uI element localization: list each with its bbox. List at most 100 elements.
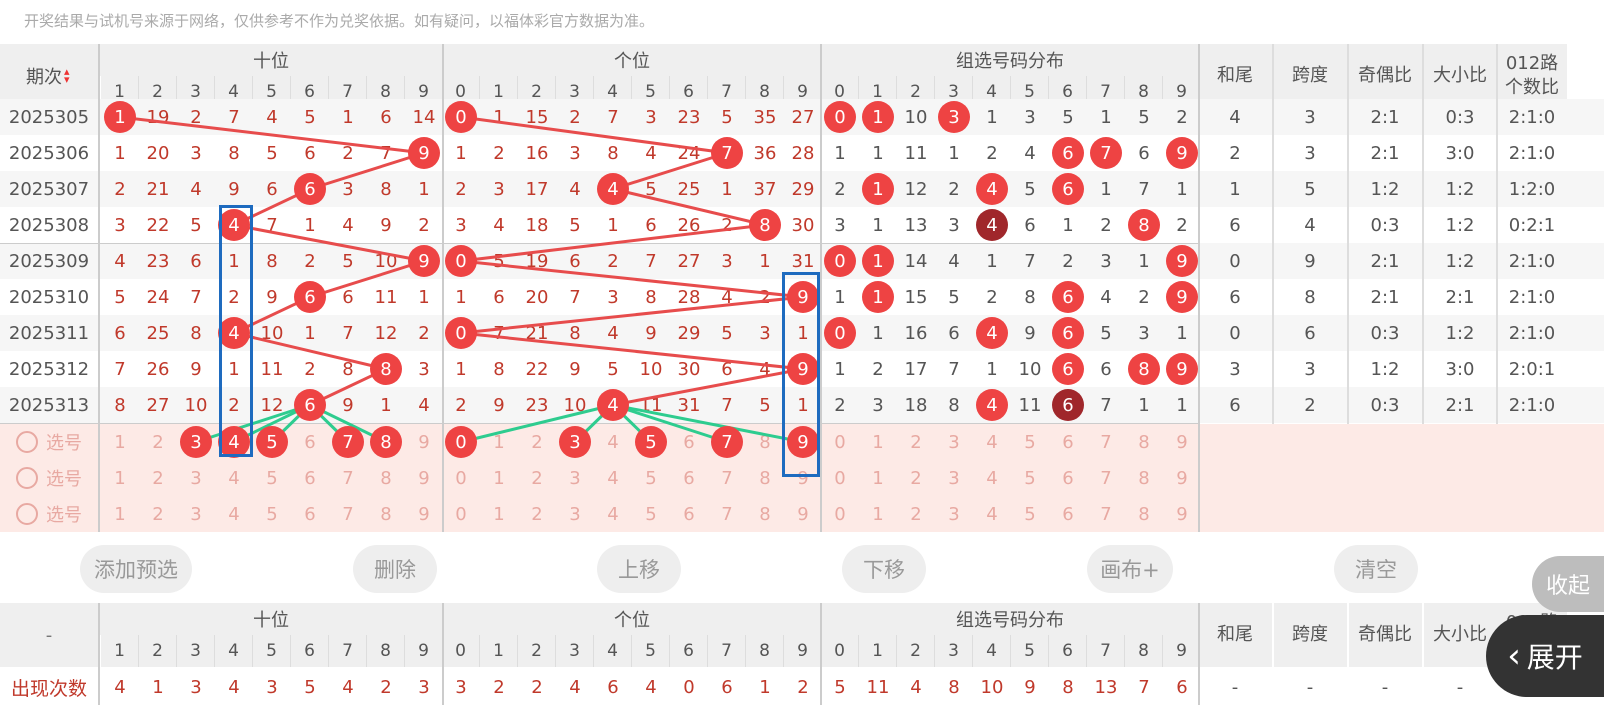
extra-cell: 3 — [1304, 106, 1316, 128]
zu-cell: 1 — [1062, 214, 1074, 236]
action-button-4[interactable]: 画布+ — [1087, 545, 1173, 593]
digit-header-ge: 2 — [518, 635, 556, 667]
zu-cell: 3 — [1138, 322, 1150, 344]
extra-cell: 5 — [1304, 178, 1316, 200]
select-digit-shi: 8 — [380, 467, 392, 489]
period-cell: 2025308 — [8, 214, 90, 236]
zu-cell: 9 — [1024, 322, 1036, 344]
shi-cell: 6 — [304, 142, 316, 164]
ge-cell: 8 — [569, 322, 581, 344]
period-cell: 2025309 — [8, 250, 90, 272]
count-cell-zu: 11 — [866, 676, 890, 698]
count-label: 出现次数 — [10, 677, 87, 700]
count-cell-zu: 8 — [1062, 676, 1074, 698]
shi-cell: 26 — [146, 358, 170, 380]
radio-icon[interactable] — [16, 431, 38, 453]
ge-select-ball: 3 — [559, 426, 591, 458]
radio-icon[interactable] — [16, 503, 38, 525]
zu-cell: 1 — [872, 214, 884, 236]
zu-hit-ball: 4 — [976, 317, 1008, 349]
zu-hit-ball: 1 — [862, 281, 894, 313]
zu-hit-ball: 4 — [976, 173, 1008, 205]
select-digit-zu: 3 — [948, 431, 960, 453]
shi-cell: 2 — [114, 178, 126, 200]
ge-cell: 7 — [569, 286, 581, 308]
collapse-button[interactable]: 收起 — [1532, 556, 1604, 612]
ge-cell: 7 — [721, 394, 733, 416]
shi-cell: 9 — [380, 214, 392, 236]
shi-cell: 7 — [266, 214, 278, 236]
select-digit-shi: 6 — [304, 503, 316, 525]
count-cell-ge: 1 — [759, 676, 771, 698]
action-button-3[interactable]: 下移 — [842, 545, 926, 593]
select-digit-ge: 0 — [455, 503, 467, 525]
select-digit-shi: 2 — [152, 431, 164, 453]
period-cell: 2025313 — [8, 394, 90, 416]
zu-cell: 1 — [986, 106, 998, 128]
zu-cell: 2 — [1138, 286, 1150, 308]
zu-cell: 6 — [948, 322, 960, 344]
ge-cell: 28 — [677, 286, 701, 308]
ge-cell: 29 — [791, 178, 815, 200]
extra-cell: 1:2:0 — [1508, 178, 1556, 200]
zu-cell: 3 — [872, 394, 884, 416]
ge-cell: 7 — [645, 250, 657, 272]
zu-hit-ball: 8 — [1128, 353, 1160, 385]
select-digit-ge: 9 — [797, 503, 809, 525]
digit-header-ge: 1 — [480, 635, 518, 667]
ge-hit-ball: 8 — [749, 209, 781, 241]
extra-cell: 2:1 — [1370, 142, 1400, 164]
shi-cell: 4 — [114, 250, 126, 272]
zu-cell: 3 — [948, 214, 960, 236]
action-button-5[interactable]: 清空 — [1334, 545, 1418, 593]
shi-cell: 20 — [146, 142, 170, 164]
expand-button[interactable]: ‹ 展开 — [1486, 615, 1604, 697]
shi-cell: 1 — [380, 394, 392, 416]
ge-cell: 16 — [525, 142, 549, 164]
select-label: 选号 — [46, 469, 82, 490]
zu-cell: 11 — [1018, 394, 1042, 416]
ge-cell: 4 — [645, 142, 657, 164]
select-digit-zu: 9 — [1176, 431, 1188, 453]
select-digit-ge: 5 — [645, 467, 657, 489]
extra-cell: 1:2 — [1370, 178, 1400, 200]
ge-cell: 8 — [645, 286, 657, 308]
radio-icon[interactable] — [16, 467, 38, 489]
shi-cell: 1 — [342, 106, 354, 128]
sort-icon[interactable]: ▴▾ — [64, 66, 72, 85]
highlight-box-shi-4 — [219, 205, 253, 457]
select-digit-zu: 8 — [1138, 467, 1150, 489]
zu-cell: 1 — [1176, 322, 1188, 344]
action-button-1[interactable]: 删除 — [353, 545, 437, 593]
select-digit-zu: 0 — [834, 431, 846, 453]
shi-cell: 3 — [418, 358, 430, 380]
count-cell-shi: 1 — [152, 676, 164, 698]
digit-header-zu: 1 — [859, 635, 897, 667]
shi-cell: 6 — [266, 178, 278, 200]
digit-header-zu: 6 — [1049, 635, 1087, 667]
ge-cell: 8 — [607, 142, 619, 164]
column-divider — [1496, 44, 1498, 424]
shi-cell: 1 — [304, 322, 316, 344]
zu-cell: 1 — [986, 250, 998, 272]
count-cell-ge: 2 — [797, 676, 809, 698]
ge-cell: 4 — [759, 358, 771, 380]
zu-cell: 14 — [904, 250, 928, 272]
ge-cell: 37 — [753, 178, 777, 200]
ge-cell: 2 — [759, 286, 771, 308]
zu-cell: 4 — [1024, 142, 1036, 164]
ge-cell: 30 — [791, 214, 815, 236]
shi-hit-ball: 6 — [294, 281, 326, 313]
shi-cell: 6 — [380, 106, 392, 128]
ge-cell: 1 — [607, 214, 619, 236]
ge-cell: 11 — [639, 394, 663, 416]
action-button-2[interactable]: 上移 — [597, 545, 681, 593]
zu-hit-ball: 6 — [1052, 389, 1084, 421]
zu-cell: 17 — [904, 358, 928, 380]
action-button-0[interactable]: 添加预选 — [80, 545, 192, 593]
select-digit-zu: 9 — [1176, 503, 1188, 525]
zu-cell: 2 — [1176, 106, 1188, 128]
zu-cell: 2 — [986, 142, 998, 164]
select-digit-ge: 2 — [531, 431, 543, 453]
digit-header-zu: 0 — [821, 635, 859, 667]
